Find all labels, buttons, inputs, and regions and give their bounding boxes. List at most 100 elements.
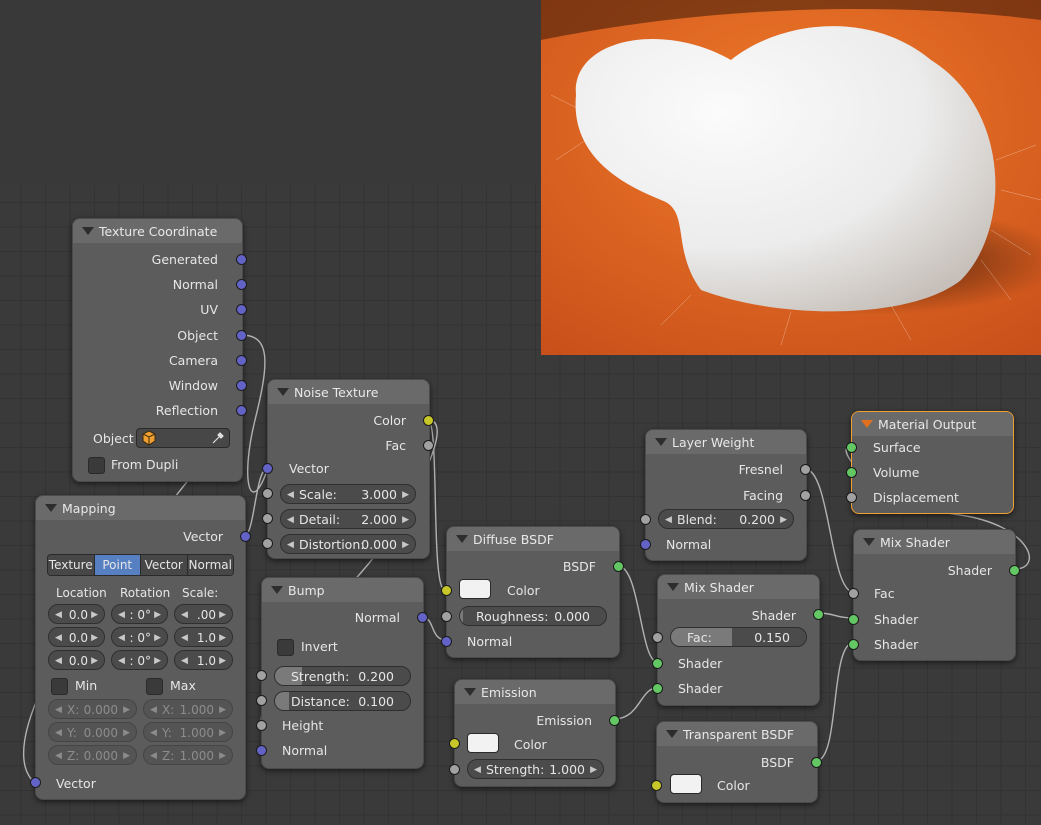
blend-field[interactable]: ◀ Blend: 0.200 ▶ xyxy=(658,509,794,529)
socket-input-displacement[interactable] xyxy=(846,492,857,503)
distance-field[interactable]: Distance: 0.100 xyxy=(274,691,411,711)
rotation-y-field[interactable]: ◀: 0° ▶ xyxy=(111,627,168,647)
rotation-x-field[interactable]: ◀: 0° ▶ xyxy=(111,604,168,624)
diffuse-bsdf-node[interactable]: Diffuse BSDF BSDF Color Roughness: 0.000 … xyxy=(441,526,624,658)
socket-input-vector[interactable] xyxy=(262,463,273,474)
collapse-triangle-icon[interactable] xyxy=(456,535,468,543)
socket-output-fac[interactable] xyxy=(423,440,434,451)
strength-field[interactable]: ◀ Strength: 1.000 ▶ xyxy=(467,759,604,779)
socket-input-color[interactable] xyxy=(651,780,662,791)
mapping-type-selector[interactable]: Texture Point Vector Normal xyxy=(47,554,234,576)
socket-input-strength[interactable] xyxy=(449,764,460,775)
object-picker-field[interactable] xyxy=(136,428,230,448)
collapse-triangle-icon[interactable] xyxy=(666,730,678,738)
node-header[interactable]: Mix Shader xyxy=(658,575,819,599)
material-output-node[interactable]: Material Output Surface Volume Displacem… xyxy=(846,411,1014,514)
socket-input-normal[interactable] xyxy=(256,745,267,756)
invert-checkbox[interactable] xyxy=(277,639,294,656)
node-header[interactable]: Material Output xyxy=(852,412,1013,436)
transparent-bsdf-node[interactable]: Transparent BSDF BSDF Color xyxy=(651,721,822,803)
socket-output-normal[interactable] xyxy=(236,279,247,290)
socket-output-normal[interactable] xyxy=(417,612,428,623)
max-z-field[interactable]: ◀ Z: 1.000 ▶ xyxy=(143,745,233,765)
min-y-field[interactable]: ◀ Y: 0.000 ▶ xyxy=(48,722,137,742)
socket-output-color[interactable] xyxy=(423,415,434,426)
strength-field[interactable]: Strength: 0.200 xyxy=(274,666,411,686)
distortion-field[interactable]: ◀ Distortion: 0.000 ▶ xyxy=(280,534,416,554)
socket-input-strength[interactable] xyxy=(256,670,267,681)
mix-shader-node-2[interactable]: Mix Shader Shader Fac Shader Shader xyxy=(848,529,1020,661)
max-x-field[interactable]: ◀ X: 1.000 ▶ xyxy=(143,699,233,719)
socket-output-camera[interactable] xyxy=(236,355,247,366)
location-x-field[interactable]: ◀ 0.0 ▶ xyxy=(48,604,105,624)
collapse-triangle-icon[interactable] xyxy=(82,227,94,235)
collapse-triangle-icon[interactable] xyxy=(271,586,283,594)
bump-node[interactable]: Bump Normal Invert Strength: 0.200 Distan… xyxy=(256,577,428,769)
scale-field[interactable]: ◀ Scale: 3.000 ▶ xyxy=(280,484,416,504)
node-header[interactable]: Bump xyxy=(262,578,423,602)
socket-output-reflection[interactable] xyxy=(236,405,247,416)
node-header[interactable]: Transparent BSDF xyxy=(657,722,817,746)
node-header[interactable]: Noise Texture xyxy=(268,380,429,404)
socket-output-object[interactable] xyxy=(236,330,247,341)
socket-output-uv[interactable] xyxy=(236,304,247,315)
min-x-field[interactable]: ◀ X: 0.000 ▶ xyxy=(48,699,137,719)
detail-field[interactable]: ◀ Detail: 2.000 ▶ xyxy=(280,509,416,529)
roughness-field[interactable]: Roughness: 0.000 xyxy=(459,606,607,626)
socket-input-volume[interactable] xyxy=(846,467,857,478)
color-swatch[interactable] xyxy=(459,579,491,599)
min-checkbox[interactable] xyxy=(51,678,68,695)
socket-input-shader-a[interactable] xyxy=(652,658,663,669)
mapping-node[interactable]: Mapping Vector Texture Point Vector Norm… xyxy=(30,495,251,800)
location-y-field[interactable]: ◀ 0.0 ▶ xyxy=(48,627,105,647)
mix-shader-node-1[interactable]: Mix Shader Shader Fac: 0.150 Shader Shade… xyxy=(652,574,824,706)
socket-input-color[interactable] xyxy=(441,585,452,596)
collapse-triangle-icon[interactable] xyxy=(667,583,679,591)
eyedropper-icon[interactable] xyxy=(211,431,225,445)
mode-texture-button[interactable]: Texture xyxy=(48,555,95,575)
socket-output-fresnel[interactable] xyxy=(800,464,811,475)
location-z-field[interactable]: ◀ 0.0 ▶ xyxy=(48,650,105,670)
socket-input-shader-a[interactable] xyxy=(848,614,859,625)
color-swatch[interactable] xyxy=(670,774,702,794)
collapse-triangle-icon[interactable] xyxy=(861,420,873,428)
socket-input-fac[interactable] xyxy=(848,588,859,599)
collapse-triangle-icon[interactable] xyxy=(863,538,875,546)
max-checkbox[interactable] xyxy=(146,678,163,695)
node-header[interactable]: Layer Weight xyxy=(646,430,806,454)
socket-input-blend[interactable] xyxy=(640,514,651,525)
socket-input-surface[interactable] xyxy=(846,442,857,453)
node-editor-canvas[interactable]: Texture Coordinate Generated Normal UV O… xyxy=(0,0,1041,825)
socket-input-scale[interactable] xyxy=(262,488,273,499)
collapse-triangle-icon[interactable] xyxy=(277,388,289,396)
scale-y-field[interactable]: ◀ 1.0 ▶ xyxy=(174,627,233,647)
socket-output-shader[interactable] xyxy=(1009,565,1020,576)
scale-x-field[interactable]: ◀ .00 ▶ xyxy=(174,604,233,624)
emission-node[interactable]: Emission Emission Color ◀ Strength: 1.000 ▶ xyxy=(449,679,620,787)
texture-coordinate-node[interactable]: Texture Coordinate Generated Normal UV O… xyxy=(72,218,247,482)
socket-input-shader-b[interactable] xyxy=(848,639,859,650)
socket-output-generated[interactable] xyxy=(236,254,247,265)
socket-input-vector[interactable] xyxy=(30,777,41,788)
socket-output-vector[interactable] xyxy=(240,531,251,542)
color-swatch[interactable] xyxy=(467,733,499,753)
node-header[interactable]: Emission xyxy=(455,680,615,704)
node-header[interactable]: Mix Shader xyxy=(854,530,1015,554)
rotation-z-field[interactable]: ◀: 0° ▶ xyxy=(111,650,168,670)
layer-weight-node[interactable]: Layer Weight Fresnel Facing ◀ Blend: 0.200… xyxy=(640,429,811,561)
socket-output-emission[interactable] xyxy=(609,715,620,726)
noise-texture-node[interactable]: Noise Texture Color Fac Vector ◀ Scale: 3.… xyxy=(262,379,434,559)
socket-input-shader-b[interactable] xyxy=(652,683,663,694)
collapse-triangle-icon[interactable] xyxy=(45,504,57,512)
max-y-field[interactable]: ◀ Y: 1.000 ▶ xyxy=(143,722,233,742)
socket-input-normal[interactable] xyxy=(441,636,452,647)
socket-input-roughness[interactable] xyxy=(441,611,452,622)
socket-input-detail[interactable] xyxy=(262,513,273,524)
mode-normal-button[interactable]: Normal xyxy=(187,555,233,575)
socket-input-fac[interactable] xyxy=(652,632,663,643)
socket-input-normal[interactable] xyxy=(640,539,651,550)
min-z-field[interactable]: ◀ Z: 0.000 ▶ xyxy=(48,745,137,765)
socket-output-facing[interactable] xyxy=(800,490,811,501)
node-header[interactable]: Mapping xyxy=(36,496,245,520)
scale-z-field[interactable]: ◀ 1.0 ▶ xyxy=(174,650,233,670)
